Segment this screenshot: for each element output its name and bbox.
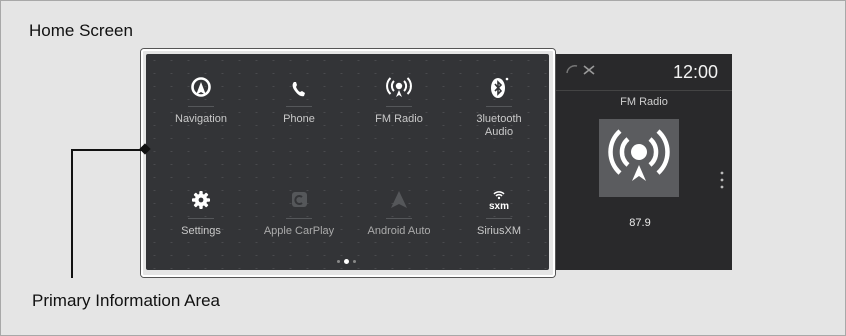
no-signal-icon xyxy=(583,65,595,75)
menu-item-phone[interactable]: Phone xyxy=(249,76,349,126)
menu-item-siriusxm[interactable]: sxm SiriusXM xyxy=(449,188,549,238)
menu-item-navigation[interactable]: Navigation xyxy=(151,76,251,126)
menu-item-label: 3luetooth Audio xyxy=(476,113,522,138)
fm-radio-icon xyxy=(386,77,412,97)
menu-item-label: Apple CarPlay xyxy=(263,225,335,237)
page-dot xyxy=(337,260,340,263)
tile-divider xyxy=(486,218,512,219)
tile-divider xyxy=(386,106,412,107)
tile-divider xyxy=(286,218,312,219)
tile-divider xyxy=(386,218,412,219)
apple-carplay-icon xyxy=(292,192,307,207)
menu-item-label: Phone xyxy=(283,113,315,125)
station-artwork xyxy=(599,119,679,197)
settings-gear-icon xyxy=(192,191,210,209)
menu-item-apple-carplay[interactable]: Apple CarPlay xyxy=(249,188,349,238)
page-indicator[interactable] xyxy=(334,259,362,265)
phone-icon xyxy=(292,82,305,97)
audio-source-label: FM Radio xyxy=(620,96,668,108)
phone-signal-icon xyxy=(566,64,578,74)
menu-item-label: SiriusXM xyxy=(476,225,521,237)
tile-divider xyxy=(486,106,512,107)
page-dot xyxy=(353,260,356,263)
callout-leader-line xyxy=(71,150,73,278)
figure-heading: Home Screen xyxy=(29,21,133,40)
callout-leader-line xyxy=(71,149,145,151)
clock: 12:00 xyxy=(672,62,718,82)
figure: Home Screen Navigation Phone FM Radio 3l… xyxy=(0,0,846,336)
menu-item-label: Android Auto xyxy=(367,225,431,237)
menu-item-bluetooth-audio[interactable]: 3luetooth Audio xyxy=(449,76,549,139)
android-auto-icon xyxy=(391,191,407,208)
status-bar: 12:00 xyxy=(556,54,732,91)
menu-item-label: FM Radio xyxy=(375,113,423,125)
siriusxm-icon: sxm xyxy=(489,191,509,212)
menu-item-fm-radio[interactable]: FM Radio xyxy=(349,76,449,126)
menu-item-android-auto[interactable]: Android Auto xyxy=(349,188,449,238)
bluetooth-icon xyxy=(491,77,509,98)
siriusxm-logo-text: sxm xyxy=(489,201,509,212)
navigation-icon xyxy=(191,77,211,97)
page-dot-active xyxy=(344,259,349,264)
station-frequency: 87.9 xyxy=(629,217,651,229)
menu-item-label: Settings xyxy=(181,225,221,237)
tile-divider xyxy=(188,218,214,219)
menu-item-settings[interactable]: Settings xyxy=(151,188,251,238)
callout-caption: Primary Information Area xyxy=(32,291,221,310)
menu-item-label: Navigation xyxy=(175,113,227,125)
tile-divider xyxy=(286,106,312,107)
more-options-icon[interactable] xyxy=(720,170,724,190)
tile-divider xyxy=(188,106,214,107)
fm-radio-icon xyxy=(608,129,670,181)
audio-side-panel[interactable]: 12:00 FM Radio 87.9 xyxy=(556,54,732,270)
home-screen: Navigation Phone FM Radio 3luetooth Audi… xyxy=(146,54,549,270)
